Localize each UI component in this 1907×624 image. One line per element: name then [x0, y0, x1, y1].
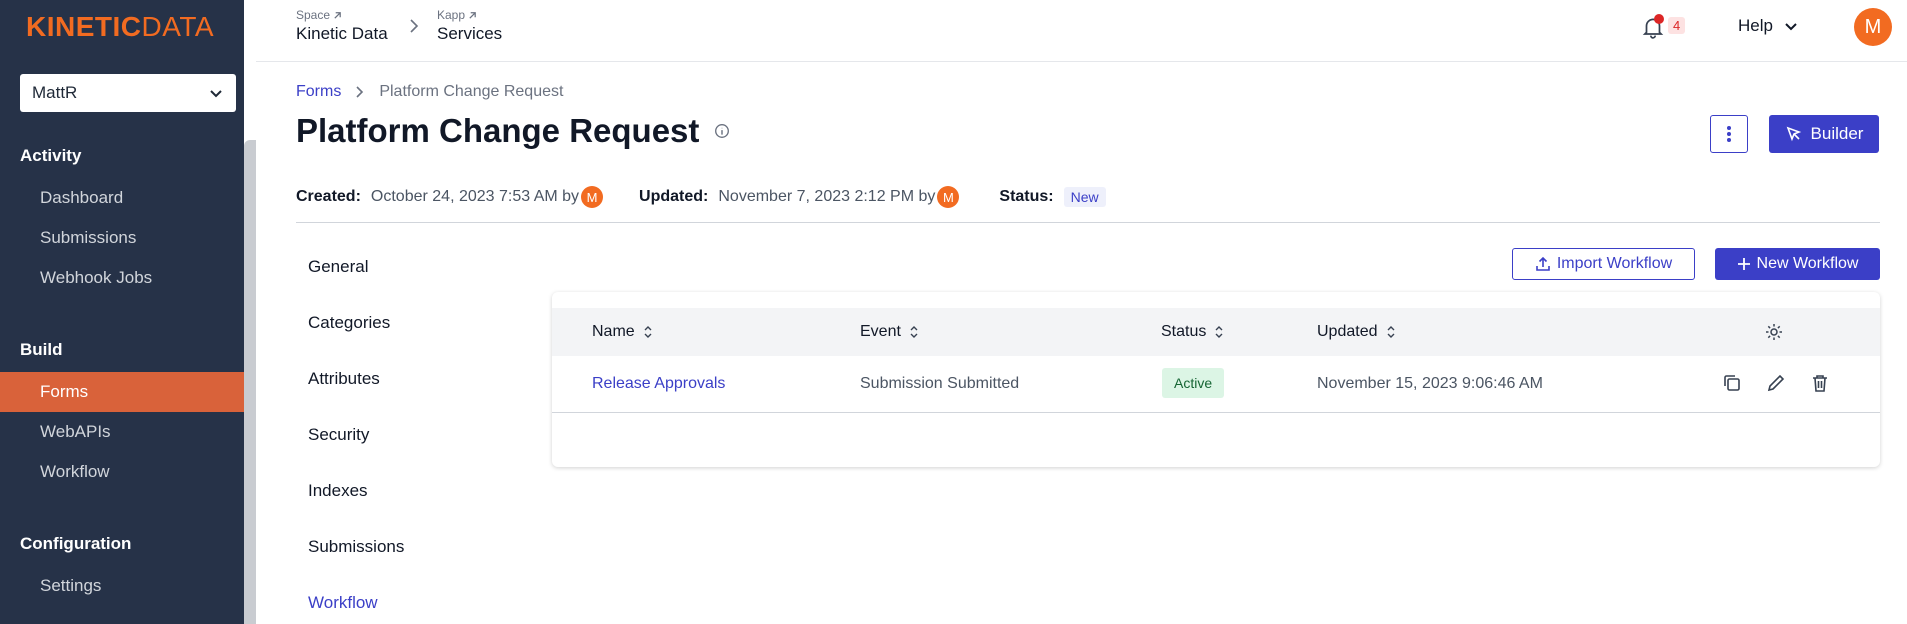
sort-icon [1387, 326, 1394, 338]
gear-icon[interactable] [1764, 322, 1784, 342]
subnav-general[interactable]: General [308, 257, 368, 277]
updated-value: November 7, 2023 2:12 PM by [718, 188, 936, 205]
kebab-icon [1727, 126, 1731, 142]
builder-button-label: Builder [1810, 124, 1864, 143]
nav-section-activity: Activity [20, 146, 82, 165]
nav-section-configuration: Configuration [20, 534, 132, 553]
copy-icon[interactable] [1721, 372, 1743, 394]
page-title: Platform Change Request [296, 112, 731, 150]
sidebar-item-settings[interactable]: Settings [0, 566, 244, 606]
created-label: Created: [296, 188, 361, 205]
info-icon[interactable] [713, 122, 731, 140]
sidebar-item-dashboard[interactable]: Dashboard [0, 178, 244, 218]
pencil-icon[interactable] [1765, 372, 1787, 394]
more-actions-button[interactable] [1710, 115, 1748, 153]
status-label: Status: [999, 188, 1054, 205]
trash-icon[interactable] [1809, 372, 1831, 394]
sort-icon [644, 326, 652, 338]
external-link-icon [334, 11, 341, 19]
plus-icon [1737, 258, 1750, 270]
column-header-event[interactable]: Event [860, 323, 919, 341]
page-title-text: Platform Change Request [296, 112, 700, 149]
workflow-event: Submission Submitted [860, 375, 1020, 392]
sidebar-item-workflow[interactable]: Workflow [0, 452, 244, 492]
help-label: Help [1738, 16, 1773, 35]
column-header-name[interactable]: Name [592, 323, 653, 341]
table-row[interactable]: Release Approvals Submission Submitted A… [552, 356, 1880, 413]
form-meta: Created: October 24, 2023 7:53 AM by M U… [296, 186, 1106, 208]
help-menu[interactable]: Help [1738, 16, 1799, 36]
workflows-table: Name Event Status Updated Release Approv… [552, 292, 1880, 467]
updater-avatar: M [937, 186, 960, 208]
subnav-security[interactable]: Security [308, 425, 369, 445]
sidebar-item-submissions[interactable]: Submissions [0, 218, 244, 258]
upload-icon [1536, 256, 1550, 271]
notification-count: 4 [1668, 17, 1686, 34]
workflow-updated: November 15, 2023 9:06:46 AM [1317, 375, 1543, 392]
import-workflow-button[interactable]: Import Workflow [1512, 248, 1695, 280]
sidebar: KINETICDATA MattR Activity Dashboard Sub… [0, 0, 244, 624]
chevron-down-icon [1785, 23, 1797, 31]
sidebar-item-forms[interactable]: Forms [0, 372, 244, 412]
status-badge: New [1063, 187, 1106, 207]
creator-avatar: M [581, 186, 604, 208]
new-workflow-button[interactable]: New Workflow [1715, 248, 1880, 280]
space-select-value: MattR [32, 83, 78, 102]
table-header: Name Event Status Updated [552, 308, 1880, 356]
updated-label: Updated: [639, 188, 709, 205]
cursor-arrow-icon [1786, 126, 1801, 142]
kapp-crumb[interactable]: Kapp Services [437, 8, 502, 44]
column-header-status[interactable]: Status [1161, 323, 1224, 341]
subnav-categories[interactable]: Categories [308, 313, 390, 333]
subnav-submissions[interactable]: Submissions [308, 537, 404, 557]
space-select[interactable]: MattR [20, 74, 236, 112]
notification-dot [1654, 14, 1664, 24]
external-link-icon [469, 11, 476, 19]
breadcrumb: Forms Platform Change Request [296, 83, 563, 101]
workflow-name-link[interactable]: Release Approvals [592, 375, 725, 393]
user-avatar[interactable]: M [1854, 8, 1892, 46]
column-header-updated[interactable]: Updated [1317, 323, 1396, 341]
topbar: Space Kinetic Data Kapp Services 4 Help … [256, 0, 1907, 62]
space-crumb[interactable]: Space Kinetic Data [296, 8, 388, 44]
sort-icon [910, 326, 918, 338]
builder-button[interactable]: Builder [1769, 115, 1879, 153]
chevron-down-icon [210, 90, 222, 98]
kinetic-data-logo[interactable]: KINETICDATA [26, 11, 214, 43]
subnav-workflow[interactable]: Workflow [308, 593, 378, 613]
sidebar-scrollbar[interactable] [244, 140, 256, 624]
sort-icon [1215, 326, 1223, 338]
subnav-attributes[interactable]: Attributes [308, 369, 380, 389]
breadcrumb-forms-link[interactable]: Forms [296, 83, 341, 101]
divider [296, 222, 1880, 223]
kapp-crumb-name: Services [437, 24, 503, 43]
nav-section-build: Build [20, 340, 63, 359]
import-workflow-label: Import Workflow [1556, 255, 1673, 272]
breadcrumb-current: Platform Change Request [379, 83, 564, 100]
sidebar-item-webhook-jobs[interactable]: Webhook Jobs [0, 258, 244, 298]
sidebar-item-webapis[interactable]: WebAPIs [0, 412, 244, 452]
workflow-status-badge: Active [1162, 368, 1225, 398]
chevron-right-icon [408, 18, 420, 34]
space-crumb-label: Space [296, 8, 331, 22]
chevron-right-icon [356, 86, 364, 98]
subnav-indexes[interactable]: Indexes [308, 481, 368, 501]
new-workflow-label: New Workflow [1756, 255, 1859, 272]
space-crumb-name: Kinetic Data [296, 24, 388, 43]
created-value: October 24, 2023 7:53 AM by [370, 188, 580, 205]
kapp-crumb-label: Kapp [437, 8, 466, 22]
